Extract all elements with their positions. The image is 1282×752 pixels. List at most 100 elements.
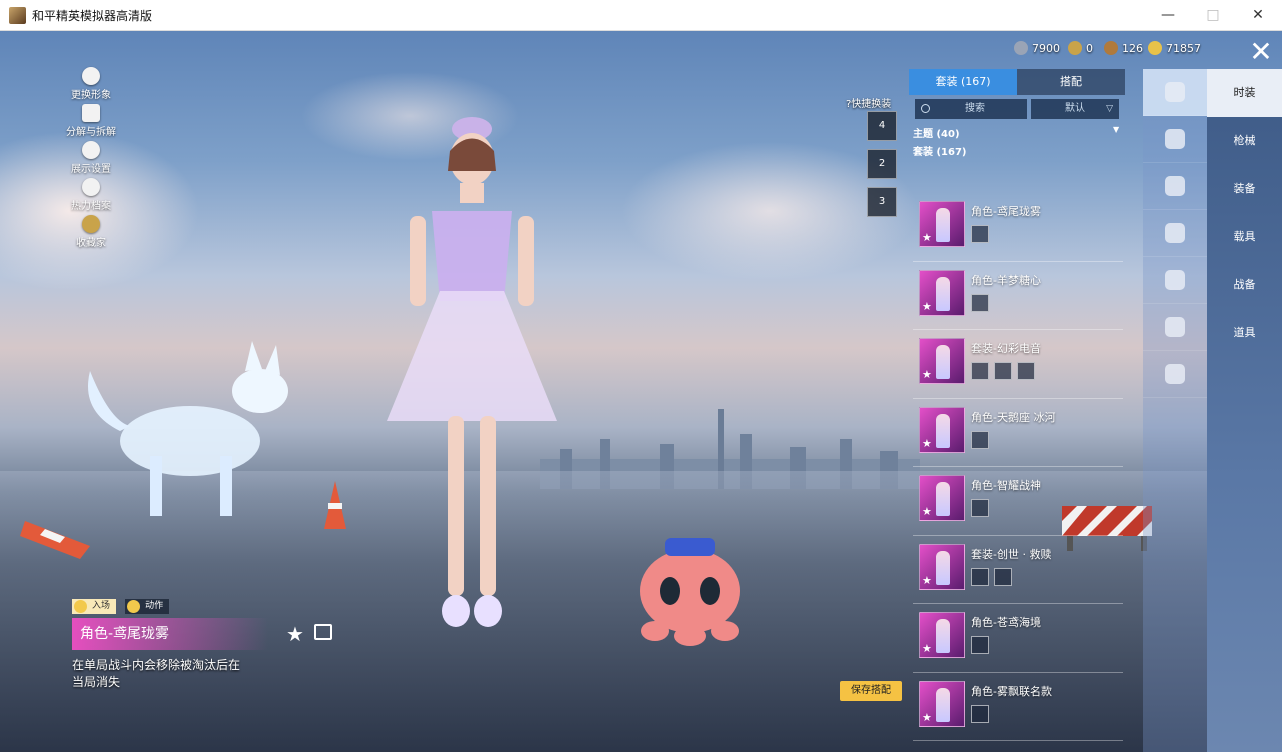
- minimize-button[interactable]: —: [1145, 0, 1191, 30]
- outfit-list-item[interactable]: ★ 角色-鸢尾珑雾: [913, 193, 1123, 262]
- tab-match[interactable]: 搭配: [1017, 69, 1125, 95]
- close-wardrobe-button[interactable]: ✕: [1243, 34, 1279, 70]
- sort-dropdown[interactable]: 默认 ▽: [1031, 99, 1119, 119]
- outfit-description: 在单局战斗内会移除被淘汰后在当局消失: [72, 658, 241, 689]
- nav-items[interactable]: 道具: [1207, 309, 1282, 357]
- nav-vehicles[interactable]: 载具: [1207, 213, 1282, 261]
- traffic-cone: [324, 481, 346, 529]
- character-figure-icon: [936, 208, 950, 242]
- category-shoes[interactable]: [1143, 351, 1207, 398]
- outfit-thumbnail[interactable]: ★: [919, 269, 965, 316]
- outfit-list-item[interactable]: ★ 角色-智耀战神: [913, 467, 1123, 536]
- nav-battle-gear[interactable]: 战备: [1207, 261, 1282, 309]
- outfit-parts: [971, 704, 994, 727]
- outfit-part-thumb[interactable]: [994, 567, 1012, 586]
- quick-slot[interactable]: 3: [867, 187, 897, 217]
- outfit-thumbnail[interactable]: ★: [919, 338, 965, 384]
- outfit-list: ★ 角色-鸢尾珑雾 ★ 角色-羊梦糖心 ★ 套装-幻彩电音 ★ 角色-天鹅座 冰河 ★ 角色-智耀…: [913, 193, 1123, 741]
- share-icon[interactable]: [314, 624, 332, 640]
- search-input[interactable]: 搜索: [915, 99, 1027, 119]
- decompose-button[interactable]: 分解与拆解: [56, 104, 126, 141]
- close-window-button[interactable]: ✕: [1235, 0, 1281, 30]
- app-icon: [9, 7, 26, 24]
- currency-gold: 71857: [1148, 39, 1201, 59]
- gold-coin-icon: [1148, 41, 1162, 55]
- cap-icon: [1165, 129, 1185, 149]
- collector-button[interactable]: 收藏家: [56, 215, 126, 252]
- outfit-part-thumb[interactable]: [971, 704, 989, 723]
- star-icon: ★: [922, 368, 932, 381]
- outfit-part-thumb[interactable]: [971, 567, 989, 586]
- outfit-thumbnail[interactable]: ★: [919, 680, 965, 727]
- heat-archive-button[interactable]: 热力档案: [56, 178, 126, 215]
- outfit-part-thumb[interactable]: [1017, 362, 1035, 380]
- favorite-star-icon[interactable]: ★: [286, 622, 304, 646]
- tab-entrance[interactable]: 入场: [72, 599, 117, 614]
- outfit-part-thumb[interactable]: [994, 362, 1012, 380]
- figure-icon: [1165, 270, 1185, 290]
- silver-coin-icon: [1014, 41, 1028, 55]
- outfit-thumbnail[interactable]: ★: [919, 543, 965, 590]
- outfit-name: 角色-鸢尾珑雾: [971, 205, 1041, 218]
- outfit-name: 角色-天鹅座 冰河: [971, 410, 1056, 424]
- theme-filter[interactable]: 主题 (40): [913, 125, 960, 140]
- outfit-part-thumb[interactable]: [971, 430, 989, 449]
- currency-value: 71857: [1166, 42, 1201, 55]
- outfit-part-thumb[interactable]: [971, 225, 989, 243]
- currency-silver: 7900: [1014, 39, 1060, 59]
- nav-fashion[interactable]: 时装: [1207, 69, 1282, 117]
- collector-badge-icon: [82, 215, 100, 233]
- outfit-parts: [971, 499, 994, 521]
- outfit-name: 角色-智耀战神: [971, 479, 1041, 492]
- star-icon: ★: [922, 231, 932, 244]
- outfit-list-item[interactable]: ★ 角色-羊梦糖心: [913, 262, 1123, 330]
- outfit-thumbnail[interactable]: ★: [919, 475, 965, 521]
- tab-action[interactable]: 动作: [125, 599, 170, 614]
- change-avatar-button[interactable]: 更换形象: [56, 67, 126, 104]
- outfit-thumbnail[interactable]: ★: [919, 406, 965, 453]
- wolf-pet: [88, 341, 288, 516]
- outfit-list-item[interactable]: ★ 角色-雾飘联名款: [913, 673, 1123, 741]
- outfit-parts: [971, 567, 1017, 590]
- outfit-part-thumb[interactable]: [971, 362, 989, 380]
- outfit-part-thumb[interactable]: [971, 636, 989, 654]
- person-icon: [127, 600, 141, 613]
- outfit-list-item[interactable]: ★ 套装-创世 · 救赎: [913, 536, 1123, 604]
- display-settings-button[interactable]: 展示设置: [56, 141, 126, 178]
- game-scene: 更换形象 分解与拆解 展示设置 热力档案 收藏家 7900 0 126 7185…: [0, 31, 1282, 752]
- tab-suits[interactable]: 套装 (167): [909, 69, 1017, 95]
- category-body[interactable]: [1143, 257, 1207, 304]
- outfit-part-thumb[interactable]: [971, 499, 989, 517]
- character-figure-icon: [936, 413, 950, 448]
- outfit-thumbnail[interactable]: ★: [919, 201, 965, 247]
- currency-value: 126: [1122, 42, 1143, 55]
- outfit-list-item[interactable]: ★ 角色-苍鸢海境: [913, 604, 1123, 673]
- nav-equipment[interactable]: 装备: [1207, 165, 1282, 213]
- character-figure-icon: [936, 550, 950, 585]
- category-mask[interactable]: [1143, 210, 1207, 257]
- category-goggles[interactable]: [1143, 163, 1207, 210]
- side-nav: 时装 枪械 装备 载具 战备 道具: [1207, 69, 1282, 752]
- category-character[interactable]: [1143, 69, 1207, 116]
- character-figure-icon: [936, 482, 950, 516]
- category-pants[interactable]: [1143, 304, 1207, 351]
- currency-value: 7900: [1032, 42, 1060, 55]
- outfit-list-item[interactable]: ★ 套装-幻彩电音: [913, 330, 1123, 399]
- save-outfit-button[interactable]: 保存搭配: [840, 681, 902, 701]
- outfit-parts: [971, 293, 994, 316]
- star-icon: ★: [922, 505, 932, 518]
- outfit-list-item[interactable]: ★ 角色-天鹅座 冰河: [913, 399, 1123, 467]
- bronze-coin-icon: [1104, 41, 1118, 55]
- chevron-down-icon: ▽: [1106, 104, 1113, 114]
- category-headwear[interactable]: [1143, 116, 1207, 163]
- sort-label: 默认: [1065, 103, 1085, 114]
- maximize-button[interactable]: □: [1190, 0, 1236, 30]
- outfit-parts: [971, 362, 1040, 384]
- app-window: 和平精英模拟器高清版 — □ ✕ 更换形象 分解与拆解 展示设置 热力档案 收藏…: [0, 0, 1282, 752]
- nav-firearms[interactable]: 枪械: [1207, 117, 1282, 165]
- outfit-part-thumb[interactable]: [971, 293, 989, 312]
- quick-slot[interactable]: 2: [867, 149, 897, 179]
- outfit-thumbnail[interactable]: ★: [919, 612, 965, 658]
- quick-slot[interactable]: 4: [867, 111, 897, 141]
- character-icon: [1165, 82, 1185, 102]
